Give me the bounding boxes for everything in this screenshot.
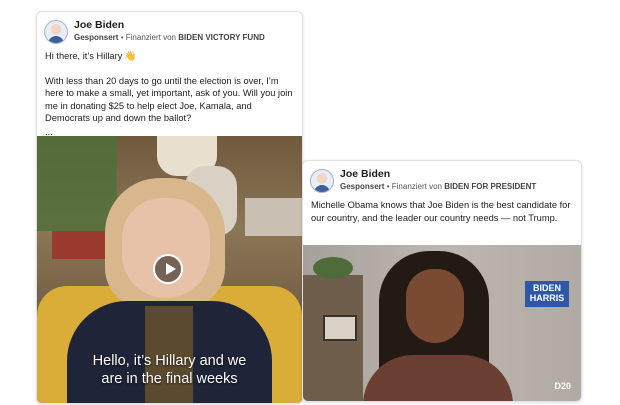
ad-message: With less than 20 days to go until the e… bbox=[45, 75, 293, 124]
funded-by-prefix: Finanziert von bbox=[391, 182, 442, 191]
sponsored-line: Gesponsert • Finanziert von BIDEN VICTOR… bbox=[74, 33, 265, 42]
ad-message: Michelle Obama knows that Joe Biden is t… bbox=[311, 200, 571, 223]
ad-text: Michelle Obama knows that Joe Biden is t… bbox=[303, 199, 581, 224]
video-background-frame bbox=[323, 315, 357, 341]
funder-name: BIDEN FOR PRESIDENT bbox=[444, 182, 537, 191]
sponsored-line: Gesponsert • Finanziert von BIDEN FOR PR… bbox=[340, 182, 536, 191]
ad-video[interactable]: BIDEN HARRIS D20 bbox=[303, 245, 581, 401]
advertiser-name[interactable]: Joe Biden bbox=[74, 19, 124, 31]
ad-header: Joe Biden Gesponsert • Finanziert von BI… bbox=[303, 161, 581, 199]
funder-name: BIDEN VICTORY FUND bbox=[178, 33, 265, 42]
play-icon[interactable] bbox=[153, 254, 183, 284]
video-caption: Hello, it’s Hillary and we are in the fi… bbox=[37, 352, 302, 388]
caption-line: are in the final weeks bbox=[101, 371, 238, 387]
video-person-face bbox=[406, 269, 464, 343]
ad-card-hillary: Joe Biden Gesponsert • Finanziert von BI… bbox=[36, 11, 303, 404]
campaign-sign: BIDEN HARRIS bbox=[525, 281, 569, 307]
video-background-plant bbox=[313, 257, 353, 279]
video-background-window bbox=[37, 136, 117, 231]
sponsored-label: Gesponsert bbox=[340, 182, 385, 191]
meta-separator: • bbox=[120, 33, 124, 42]
video-background-books bbox=[245, 198, 302, 236]
broadcast-logo: D20 bbox=[554, 381, 571, 391]
ad-card-michelle: Joe Biden Gesponsert • Finanziert von BI… bbox=[302, 160, 582, 402]
advertiser-name[interactable]: Joe Biden bbox=[340, 168, 390, 180]
video-person-dress bbox=[363, 355, 513, 401]
ad-text: Hi there, it’s Hillary 👋 With less than … bbox=[37, 50, 302, 138]
avatar[interactable] bbox=[310, 169, 334, 193]
video-background-books bbox=[52, 231, 107, 259]
ad-video[interactable]: Hello, it’s Hillary and we are in the fi… bbox=[37, 136, 302, 403]
ad-greeting: Hi there, it’s Hillary 👋 bbox=[45, 51, 137, 61]
sponsored-label: Gesponsert bbox=[74, 33, 119, 42]
funded-by-prefix: Finanziert von bbox=[125, 33, 176, 42]
avatar[interactable] bbox=[44, 20, 68, 44]
ad-header: Joe Biden Gesponsert • Finanziert von BI… bbox=[37, 12, 302, 50]
meta-separator: • bbox=[386, 182, 390, 191]
caption-line: Hello, it’s Hillary and we bbox=[92, 353, 247, 369]
